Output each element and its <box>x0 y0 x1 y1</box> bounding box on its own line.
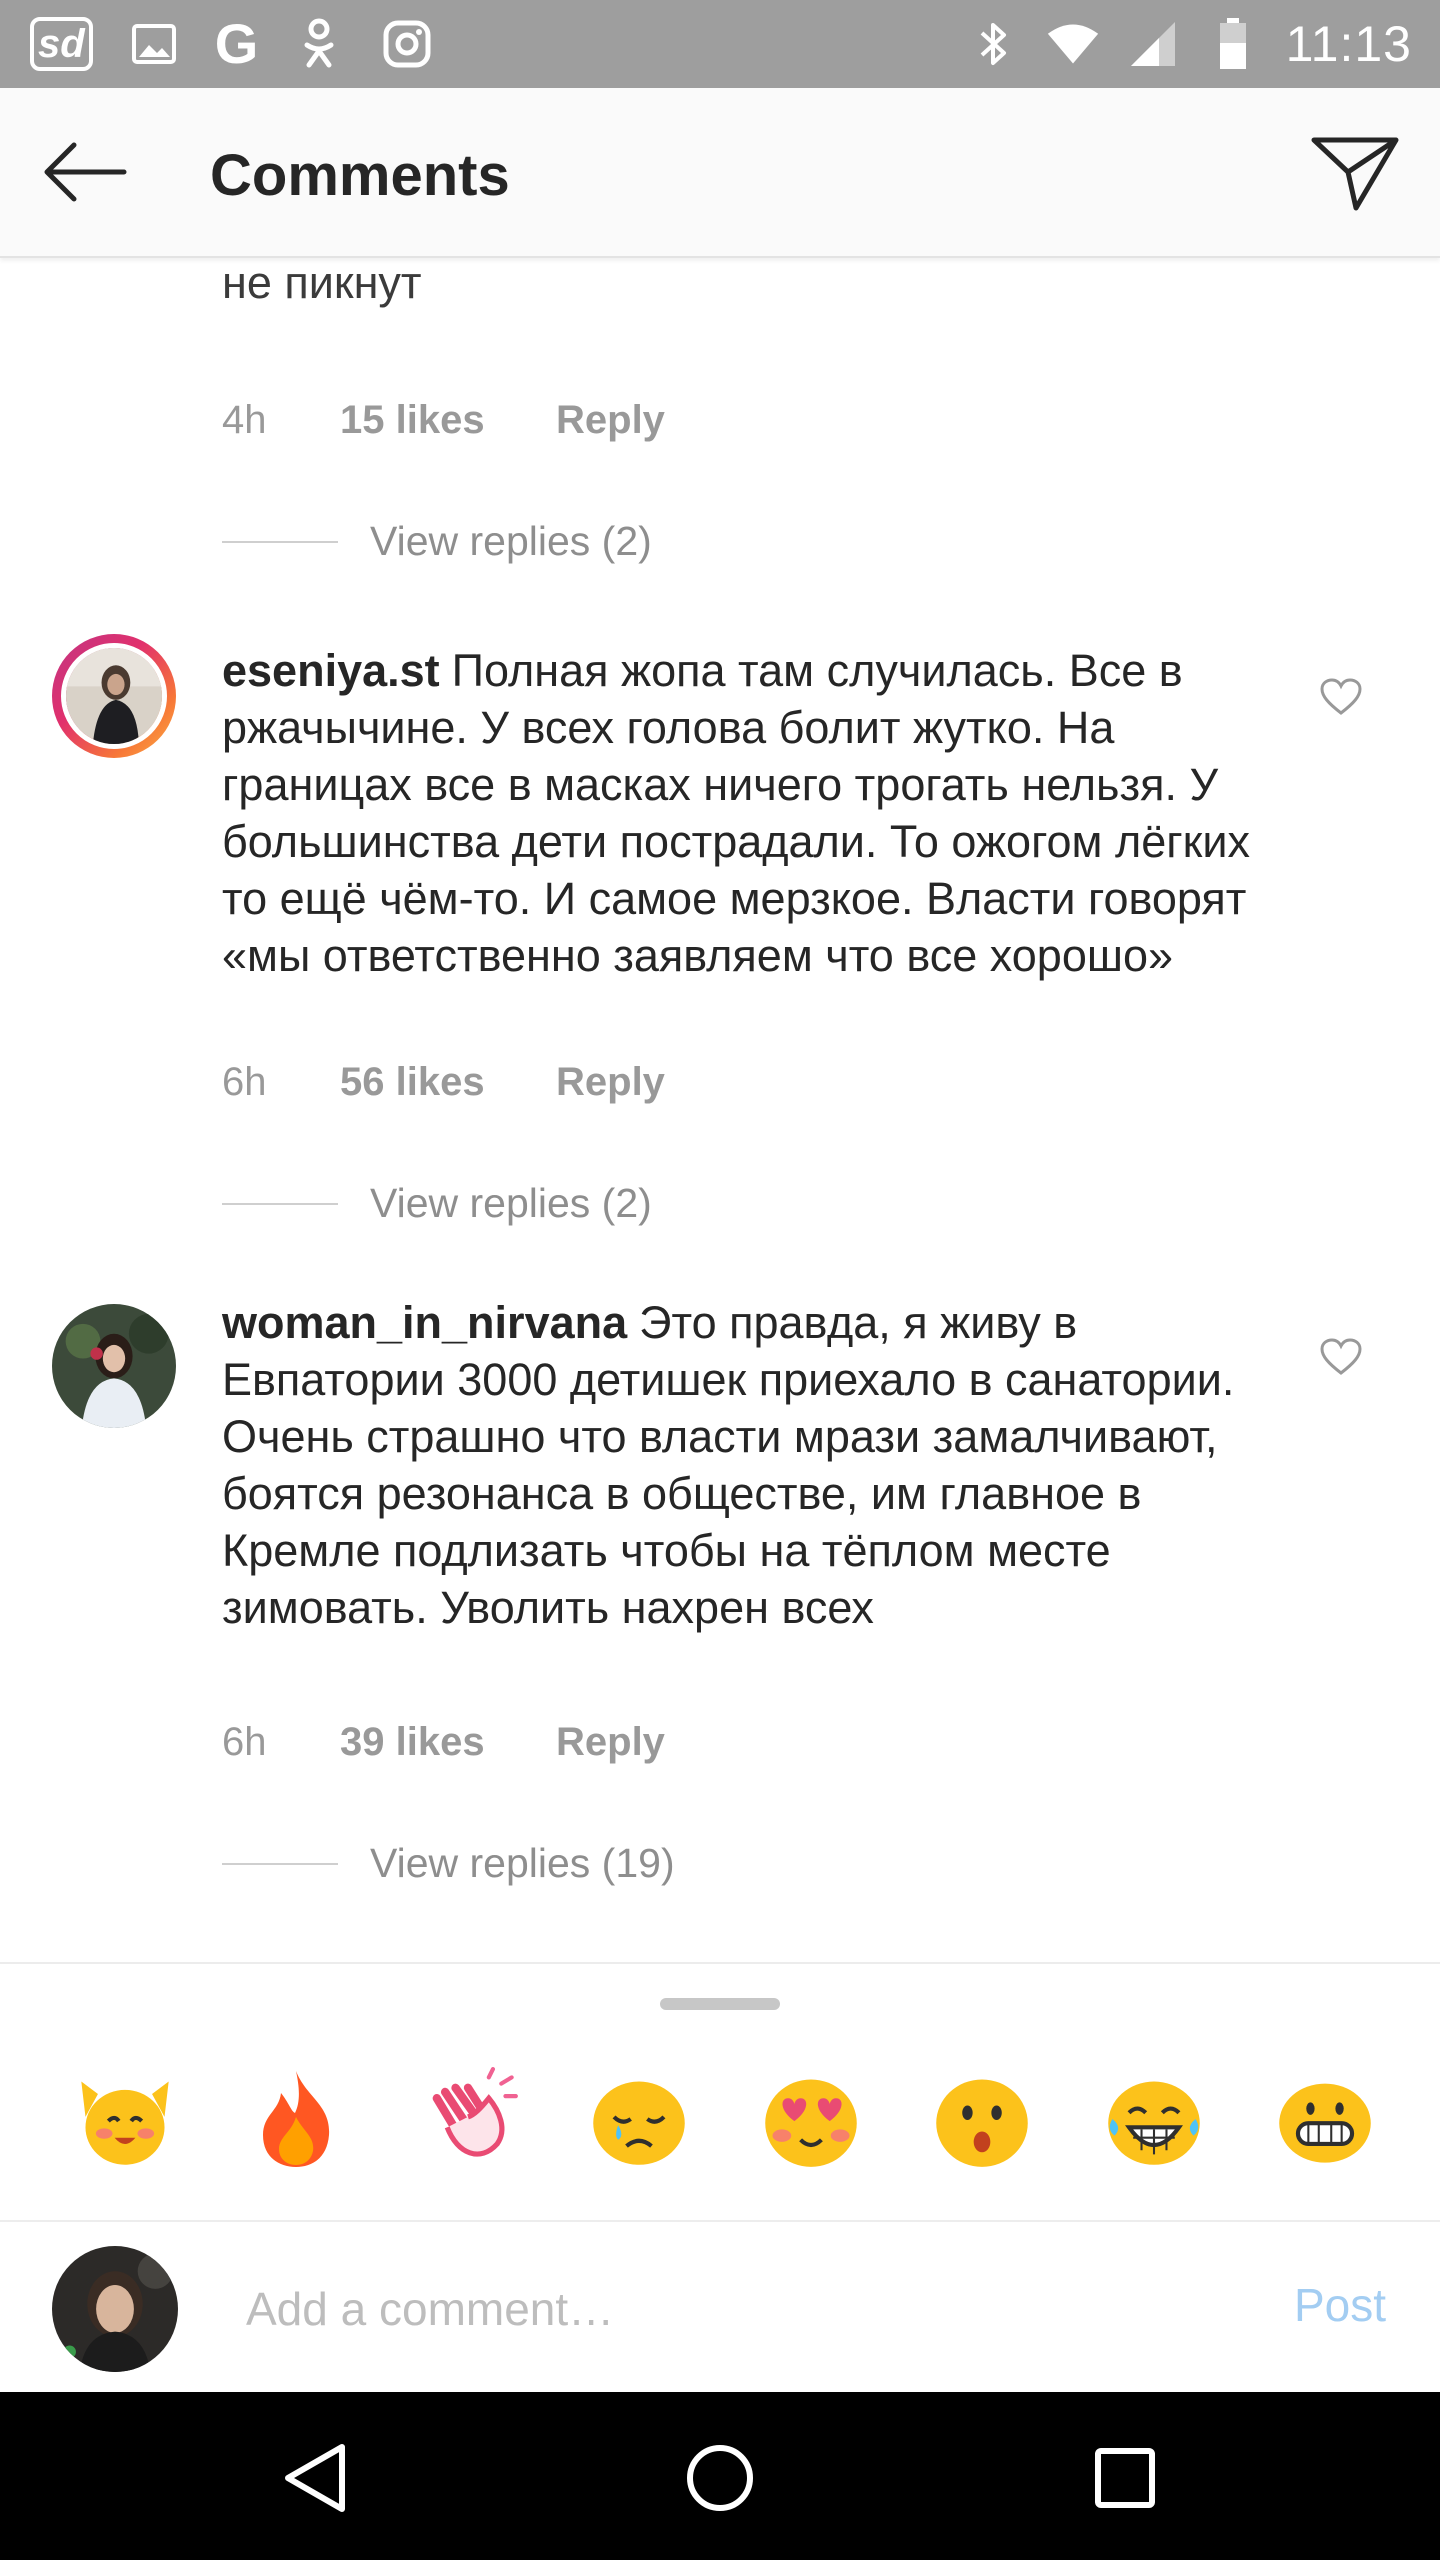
view-replies-button[interactable]: View replies (2) <box>222 1180 652 1227</box>
user-photo-icon <box>66 648 162 744</box>
divider-line <box>222 540 338 543</box>
share-button[interactable] <box>1300 126 1410 222</box>
gallery-icon <box>127 17 181 71</box>
comment-composer: Post <box>0 2220 1440 2394</box>
nav-recents-button[interactable] <box>1075 2428 1175 2528</box>
comment-text: woman_in_nirvana Это правда, я живу в Евп… <box>222 1294 1282 1636</box>
like-heart-button[interactable] <box>1316 672 1366 722</box>
avatar[interactable] <box>52 634 176 758</box>
user-photo-icon <box>52 2246 178 2372</box>
fire-emoji[interactable] <box>241 2064 351 2174</box>
drag-handle[interactable] <box>660 1998 780 2010</box>
comment-likes[interactable]: 56 likes <box>340 1060 556 1105</box>
sd-app-icon: sd <box>30 17 93 71</box>
comment-likes[interactable]: 39 likes <box>340 1720 556 1765</box>
divider-line <box>222 1862 338 1865</box>
arrow-left-icon <box>44 142 127 202</box>
reply-button[interactable]: Reply <box>556 398 665 443</box>
comment-text: собирать можем, соседи подыхать будут СМ… <box>222 256 1282 311</box>
comment-time: 4h <box>222 398 267 442</box>
add-comment-input[interactable] <box>244 2266 1208 2352</box>
system-nav-bar <box>0 2392 1440 2560</box>
avatar[interactable] <box>52 1304 176 1428</box>
reply-button[interactable]: Reply <box>556 1720 665 1765</box>
raising-hands-emoji[interactable] <box>70 2064 180 2174</box>
heart-icon <box>1320 678 1362 715</box>
grinning-face-emoji[interactable] <box>1270 2064 1380 2174</box>
recents-square-icon <box>1095 2448 1155 2508</box>
view-replies-button[interactable]: View replies (19) <box>222 1840 675 1887</box>
system-icons: 11:13 <box>966 10 1412 78</box>
view-replies-label: View replies (19) <box>370 1840 675 1886</box>
comment-meta: 4h 15 likes Reply <box>222 398 665 443</box>
wifi-icon <box>1046 17 1100 71</box>
comment-time: 6h <box>222 1720 267 1764</box>
status-bar: sd G 11:13 <box>0 0 1440 88</box>
clock-time: 11:13 <box>1285 16 1412 72</box>
instagram-icon <box>380 17 434 71</box>
comment-username[interactable]: woman_in_nirvana <box>222 1297 627 1348</box>
page-title: Comments <box>210 143 510 208</box>
like-heart-button[interactable] <box>1316 1332 1366 1382</box>
crying-face-emoji[interactable] <box>584 2064 694 2174</box>
current-user-avatar <box>52 2246 178 2372</box>
heart-icon <box>1320 1338 1362 1375</box>
clapping-hands-emoji[interactable] <box>413 2064 523 2174</box>
nav-back-button[interactable] <box>265 2428 365 2528</box>
comment-meta: 6h 56 likes Reply <box>222 1060 665 1105</box>
divider-line <box>222 1202 338 1205</box>
user-photo-icon <box>52 1304 176 1428</box>
tears-of-joy-emoji[interactable] <box>1099 2064 1209 2174</box>
nav-home-button[interactable] <box>670 2428 770 2528</box>
odnoklassniki-icon <box>292 17 346 71</box>
comment-likes[interactable]: 15 likes <box>340 398 556 443</box>
bluetooth-icon <box>966 17 1020 71</box>
back-triangle-icon <box>285 2444 345 2512</box>
comments-list[interactable]: собирать можем, соседи подыхать будут СМ… <box>0 256 1440 1962</box>
quick-emoji-bar <box>0 1962 1440 2222</box>
notification-icons: sd G <box>30 10 434 78</box>
home-circle-icon <box>687 2445 753 2511</box>
view-replies-button[interactable]: View replies (2) <box>222 518 652 565</box>
comment-text: eseniya.st Полная жопа там случилась. Все… <box>222 642 1282 984</box>
battery-icon <box>1206 17 1260 71</box>
view-replies-label: View replies (2) <box>370 1180 652 1226</box>
post-button[interactable]: Post <box>1294 2278 1386 2332</box>
signal-icon <box>1126 17 1180 71</box>
comments-header: Comments <box>0 88 1440 258</box>
comment-username[interactable]: eseniya.st <box>222 645 440 696</box>
comment-meta: 6h 39 likes Reply <box>222 1720 665 1765</box>
view-replies-label: View replies (2) <box>370 518 652 564</box>
google-icon: G <box>214 12 259 75</box>
send-icon <box>1311 137 1399 211</box>
reply-button[interactable]: Reply <box>556 1060 665 1105</box>
back-button[interactable] <box>30 132 140 212</box>
emoji-row <box>70 2064 1380 2174</box>
comment-time: 6h <box>222 1060 267 1104</box>
surprised-face-emoji[interactable] <box>927 2064 1037 2174</box>
comment-body: собирать можем, соседи подыхать будут СМ… <box>222 257 422 308</box>
heart-eyes-emoji[interactable] <box>756 2064 866 2174</box>
